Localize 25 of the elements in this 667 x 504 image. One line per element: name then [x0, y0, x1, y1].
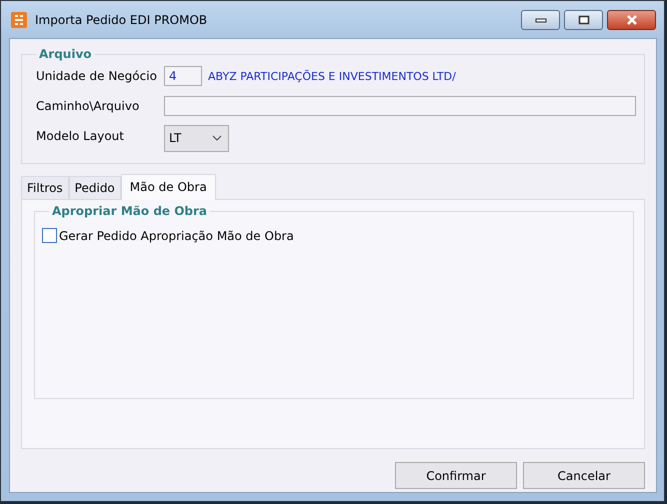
maximize-icon: [578, 15, 590, 25]
group-title: Apropriar Mão de Obra: [51, 204, 208, 218]
checkbox-label[interactable]: Gerar Pedido Apropriação Mão de Obra: [59, 228, 294, 242]
checkbox[interactable]: [42, 228, 57, 243]
minimize-button[interactable]: [521, 10, 560, 30]
tab[interactable]: Pedido: [68, 176, 121, 199]
dialog-button[interactable]: Cancelar: [523, 462, 645, 489]
tab[interactable]: Filtros: [21, 176, 69, 199]
window-title: Importa Pedido EDI PROMOB: [35, 12, 208, 26]
field-label: Caminho\Arquivo: [36, 99, 140, 113]
close-button[interactable]: [607, 10, 656, 30]
field-label: Unidade de Negócio: [36, 69, 158, 83]
maximize-button[interactable]: [564, 10, 603, 30]
unit-name: ABYZ PARTICIPAÇÕES E INVESTIMENTOS LTD/: [208, 70, 456, 82]
unit-code-field[interactable]: 4: [164, 66, 202, 86]
dialog-button[interactable]: Confirmar: [395, 462, 517, 489]
app-logo-icon: [11, 12, 27, 28]
tab[interactable]: Mão de Obra: [120, 174, 216, 200]
layout-dropdown[interactable]: LT: [164, 124, 229, 152]
chevron-down-icon: [212, 135, 222, 141]
field-label: Modelo Layout: [36, 129, 125, 143]
group-title: Arquivo: [38, 47, 93, 61]
close-icon: [626, 15, 638, 25]
minimize-icon: [534, 17, 546, 23]
path-field[interactable]: [164, 96, 636, 116]
